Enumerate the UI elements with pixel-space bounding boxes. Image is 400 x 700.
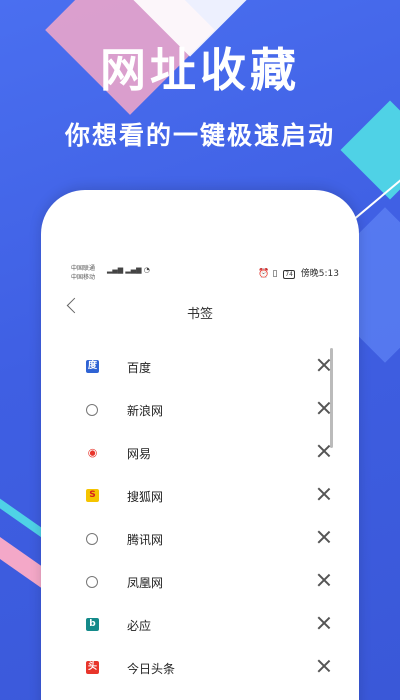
hero-subtitle: 你想看的一键极速启动 bbox=[64, 121, 335, 150]
close-icon[interactable] bbox=[317, 659, 331, 673]
bing-icon: b bbox=[86, 618, 99, 631]
promo-poster: 网址收藏 你想看的一键极速启动 中国联通 中国移动 ▂▄▆ ▂▄▆ ◔ ⏰ ▯ … bbox=[0, 0, 400, 700]
signal-icon: ▂▄▆ ▂▄▆ ◔ bbox=[107, 266, 150, 274]
bookmark-label: 百度 bbox=[127, 361, 152, 375]
close-icon[interactable] bbox=[317, 530, 331, 544]
bookmark-label: 网易 bbox=[127, 447, 152, 461]
bookmark-label: 凤凰网 bbox=[127, 576, 164, 590]
bookmark-label: 今日头条 bbox=[127, 662, 176, 676]
status-time: 傍晚5:13 bbox=[300, 269, 339, 279]
status-right: ⏰ ▯ 74 傍晚5:13 bbox=[258, 266, 339, 279]
bookmark-row[interactable]: 腾讯网 bbox=[41, 518, 359, 561]
phone-mockup: 中国联通 中国移动 ▂▄▆ ▂▄▆ ◔ ⏰ ▯ 74 傍晚5:13 书签 度 百… bbox=[41, 190, 359, 700]
carrier-labels: 中国联通 中国移动 bbox=[71, 264, 95, 282]
close-icon[interactable] bbox=[317, 358, 331, 372]
bookmark-row[interactable]: b 必应 bbox=[41, 604, 359, 647]
sohu-icon: S bbox=[86, 489, 99, 502]
close-icon[interactable] bbox=[317, 401, 331, 415]
close-icon[interactable] bbox=[317, 487, 331, 501]
bookmark-label: 腾讯网 bbox=[127, 533, 164, 547]
bookmark-row[interactable]: 度 百度 bbox=[41, 346, 359, 389]
close-icon[interactable] bbox=[317, 573, 331, 587]
vibrate-icon: ▯ bbox=[272, 269, 278, 279]
weibo-icon: ◉ bbox=[86, 446, 99, 459]
battery-indicator: 74 bbox=[283, 270, 295, 279]
bookmark-row[interactable]: ◉ 网易 bbox=[41, 432, 359, 475]
toutiao-icon: 头 bbox=[86, 661, 99, 674]
carrier-1: 中国联通 bbox=[71, 265, 96, 272]
hero-title: 网址收藏 bbox=[100, 43, 300, 97]
close-icon[interactable] bbox=[317, 444, 331, 458]
bookmark-label: 搜狐网 bbox=[127, 490, 164, 504]
bookmark-row[interactable]: 凤凰网 bbox=[41, 561, 359, 604]
globe-icon bbox=[86, 576, 98, 588]
globe-icon bbox=[86, 404, 98, 416]
bookmark-row[interactable]: S 搜狐网 bbox=[41, 475, 359, 518]
baidu-icon: 度 bbox=[86, 360, 99, 373]
bookmark-row[interactable]: 头 今日头条 bbox=[41, 647, 359, 690]
carrier-2: 中国移动 bbox=[71, 274, 96, 281]
bookmark-label: 必应 bbox=[127, 619, 152, 633]
bookmark-row[interactable]: 新浪网 bbox=[41, 389, 359, 432]
alarm-icon: ⏰ bbox=[258, 269, 270, 279]
globe-icon bbox=[86, 533, 98, 545]
bookmark-label: 新浪网 bbox=[127, 404, 164, 418]
page-title: 书签 bbox=[186, 307, 213, 322]
close-icon[interactable] bbox=[317, 616, 331, 630]
